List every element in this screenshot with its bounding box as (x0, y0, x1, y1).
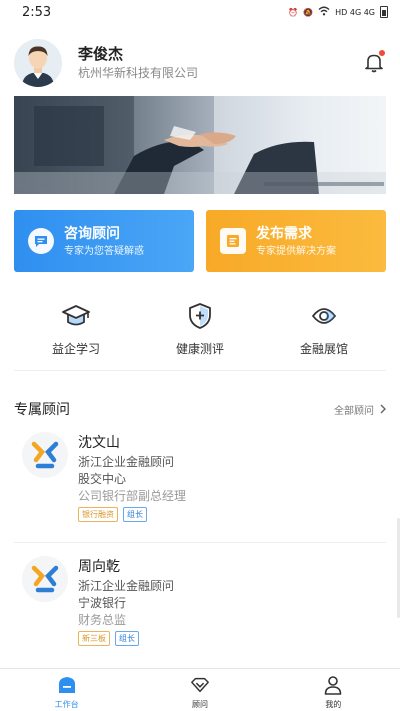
advisor-info: 沈文山 浙江企业金融顾问 股交中心 公司银行部副总经理 银行融资 组长 (78, 432, 186, 522)
notification-dot (379, 50, 385, 56)
profile-header[interactable]: 李俊杰 杭州华新科技有限公司 (14, 39, 386, 87)
notification-bell-icon[interactable] (362, 50, 386, 74)
quick-link-learning-label: 益企学习 (51, 342, 100, 356)
all-advisors-link[interactable]: 全部顾问 (334, 402, 386, 417)
advisors-section-header: 专属顾问 全部顾问 (14, 398, 386, 420)
bottom-tab-bar: 工作台 顾问 我的 (0, 668, 400, 711)
alarm-icon: ⏰ (288, 7, 299, 17)
post-demand-title: 发布需求 (256, 225, 312, 242)
tab-advisors[interactable]: 顾问 (133, 669, 266, 711)
quick-link-finance-hall[interactable]: 金融展馆 (274, 300, 374, 360)
graduation-cap-icon (60, 300, 92, 332)
tab-workbench[interactable]: 工作台 (0, 669, 133, 711)
banner-image[interactable] (14, 96, 386, 194)
consult-advisor-title: 咨询顾问 (64, 225, 120, 242)
advisor-tags: 银行融资 组长 (78, 507, 186, 522)
advisor-card[interactable]: 沈文山 浙江企业金融顾问 股交中心 公司银行部副总经理 银行融资 组长 (14, 432, 386, 532)
advisor-tags: 新三板 组长 (78, 631, 174, 646)
post-demand-card[interactable]: 发布需求 专家提供解决方案 (206, 210, 386, 272)
quick-link-health-check[interactable]: 健康测评 (150, 300, 250, 360)
chevron-right-icon (380, 404, 386, 414)
divider (14, 542, 386, 543)
advisor-organization: 宁波银行 (78, 596, 127, 610)
status-time: 2:53 (22, 4, 52, 20)
tag-badge: 新三板 (78, 631, 110, 646)
quick-link-learning[interactable]: 益企学习 (26, 300, 126, 360)
advisor-title: 浙江企业金融顾问 (78, 455, 175, 469)
wifi-icon (318, 6, 330, 18)
quick-link-health-check-label: 健康测评 (175, 342, 224, 356)
tab-workbench-label: 工作台 (54, 700, 79, 709)
company-name: 杭州华新科技有限公司 (78, 66, 199, 80)
avatar[interactable] (14, 39, 62, 87)
tag-badge: 组长 (123, 507, 147, 522)
tag-badge: 组长 (115, 631, 139, 646)
battery-icon (380, 6, 388, 18)
divider (14, 370, 386, 371)
all-advisors-label: 全部顾问 (334, 405, 374, 417)
shield-plus-icon (184, 300, 216, 332)
status-bar: 2:53 ⏰ 🔕 HD 4G 4G (0, 0, 400, 24)
quick-link-finance-hall-label: 金融展馆 (299, 342, 348, 356)
tab-profile-label: 我的 (325, 700, 342, 709)
advisor-name: 沈文山 (78, 435, 120, 451)
tab-advisors-label: 顾问 (191, 700, 208, 709)
user-name: 李俊杰 (78, 45, 124, 63)
advisor-position: 财务总监 (78, 613, 127, 627)
advisor-organization: 股交中心 (78, 472, 127, 486)
action-cards: 咨询顾问 专家为您答疑解惑 发布需求 专家提供解决方案 (14, 210, 386, 272)
advisor-logo-icon (22, 556, 68, 602)
quick-links: 益企学习 健康测评 金融展馆 (14, 300, 386, 360)
advisor-logo-icon (22, 432, 68, 478)
status-icons: ⏰ 🔕 HD 4G 4G (288, 6, 388, 18)
advisor-name: 周向乾 (78, 559, 120, 575)
chat-bubble-icon (28, 228, 54, 254)
eye-icon (308, 300, 340, 332)
advisor-title: 浙江企业金融顾问 (78, 579, 175, 593)
tag-badge: 银行融资 (78, 507, 118, 522)
tab-profile[interactable]: 我的 (267, 669, 400, 711)
workbench-icon (57, 675, 77, 695)
consult-advisor-card[interactable]: 咨询顾问 专家为您答疑解惑 (14, 210, 194, 272)
profile-text: 李俊杰 杭州华新科技有限公司 (78, 44, 198, 82)
advisors-section-title: 专属顾问 (14, 402, 70, 418)
document-icon (220, 228, 246, 254)
advisor-card[interactable]: 周向乾 浙江企业金融顾问 宁波银行 财务总监 新三板 组长 (14, 556, 386, 656)
consult-advisor-subtitle: 专家为您答疑解惑 (64, 245, 144, 257)
diamond-heart-icon (190, 675, 210, 695)
advisor-info: 周向乾 浙江企业金融顾问 宁波银行 财务总监 新三板 组长 (78, 556, 174, 646)
user-icon (323, 675, 343, 695)
post-demand-subtitle: 专家提供解决方案 (256, 245, 336, 257)
network-label: HD 4G 4G (335, 7, 375, 17)
advisor-position: 公司银行部副总经理 (78, 489, 187, 503)
mute-icon: 🔕 (303, 7, 314, 17)
